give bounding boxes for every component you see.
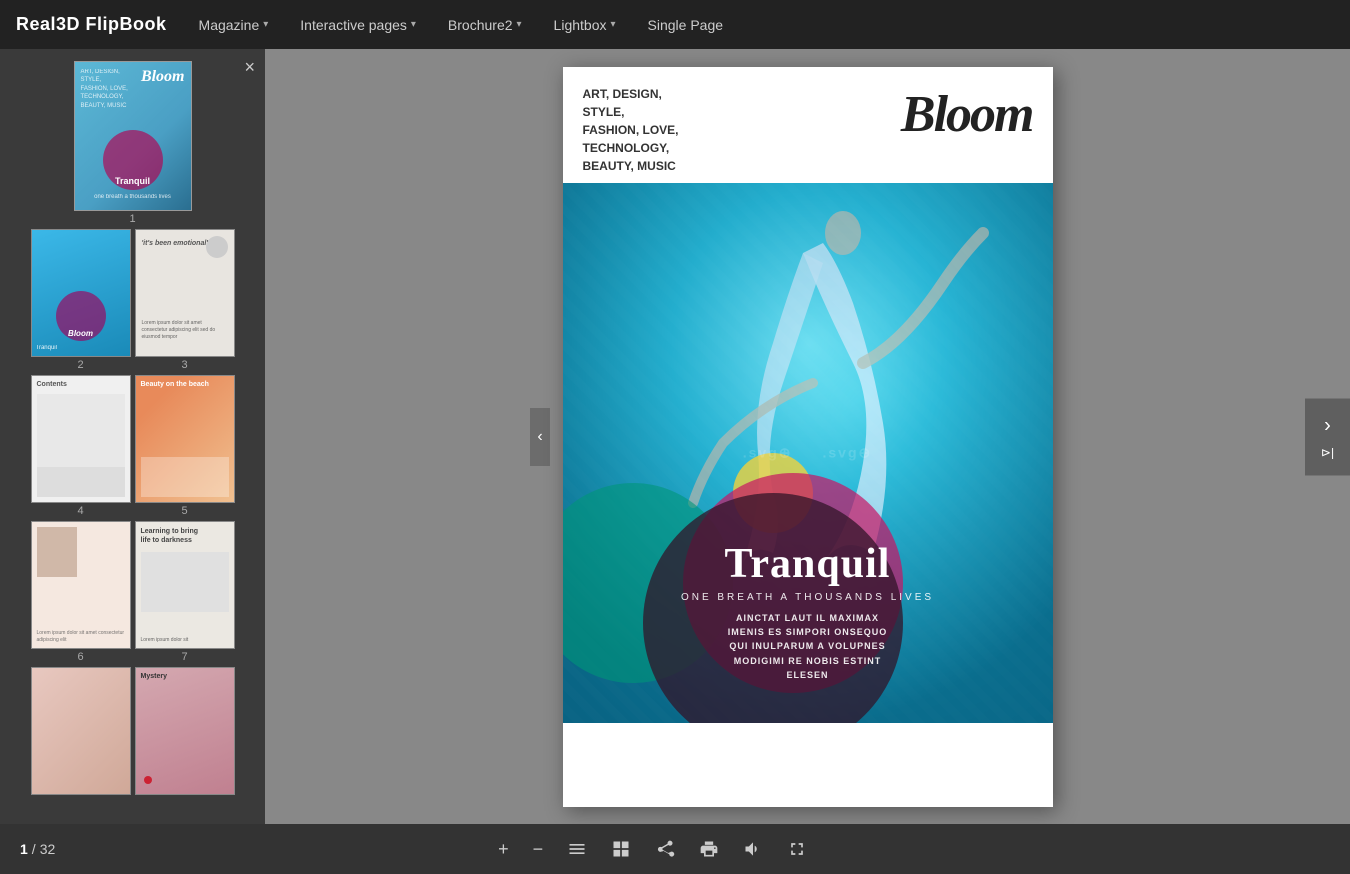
toolbar-controls: + − <box>494 835 811 864</box>
chevron-down-icon: ▾ <box>610 19 615 30</box>
next-page-button[interactable]: › ⊳| <box>1305 398 1350 475</box>
nav-item-magazine[interactable]: Magazine ▾ <box>199 17 269 33</box>
thumbnail-image-9: Mystery <box>135 667 235 795</box>
chevron-down-icon: ▾ <box>411 19 416 30</box>
sound-button[interactable] <box>739 835 767 863</box>
thumbnail-8[interactable] <box>31 667 131 797</box>
chevron-down-icon: ▾ <box>517 19 522 30</box>
print-icon <box>699 839 719 859</box>
thumbnail-group-8-9: Mystery <box>0 667 265 797</box>
overlay-text-block: Tranquil ONE BREATH A THOUSANDS LIVES AI… <box>563 541 1053 682</box>
bottom-toolbar: 1 / 32 + − <box>0 824 1350 874</box>
top-navigation: Real3D FlipBook Magazine ▾ Interactive p… <box>0 0 1350 49</box>
thumbnail-image-6: Lorem ipsum dolor sit amet consectetur a… <box>31 521 131 649</box>
thumbnail-image-2: Bloom Tranquil <box>31 229 131 357</box>
thumbnail-6[interactable]: Lorem ipsum dolor sit amet consectetur a… <box>31 521 131 663</box>
thumbnail-number-5: 5 <box>181 505 187 517</box>
thumbnail-number-2: 2 <box>77 359 83 371</box>
subtitle-text: ONE BREATH A THOUSANDS LIVES <box>563 592 1053 603</box>
thumbnail-number-4: 4 <box>77 505 83 517</box>
body-text: AINCTAT LAUT IL MAXIMAXIMENIS ES SIMPORI… <box>698 611 918 683</box>
page-separator: / <box>32 841 36 857</box>
tranquil-title: Tranquil <box>563 541 1053 587</box>
page-header: ART, DESIGN,STYLE,FASHION, LOVE,TECHNOLO… <box>563 67 1053 183</box>
last-page-icon: ⊳| <box>1321 445 1334 459</box>
app-brand: Real3D FlipBook <box>16 14 167 35</box>
thumbnail-image-4: Contents <box>31 375 131 503</box>
viewer-area: ‹ ART, DESIGN,STYLE,FASHION, LOVE,TECHNO… <box>265 49 1350 824</box>
prev-page-button[interactable]: ‹ <box>530 408 550 466</box>
thumbnail-9[interactable]: Mystery <box>135 667 235 797</box>
thumbnail-group-4-5: Contents 4 Beauty on the beach 5 <box>0 375 265 517</box>
grid-icon <box>611 839 631 859</box>
thumbnail-image-8 <box>31 667 131 795</box>
thumbnail-number-1: 1 <box>129 213 135 225</box>
thumbnail-group-6-7: Lorem ipsum dolor sit amet consectetur a… <box>0 521 265 663</box>
thumbnail-image-1: Bloom ART, DESIGN,STYLE,FASHION, LOVE,TE… <box>74 61 192 211</box>
current-page: 1 <box>20 841 28 857</box>
thumbnail-number-7: 7 <box>181 651 187 663</box>
chevron-down-icon: ▾ <box>263 19 268 30</box>
nav-item-interactive-pages[interactable]: Interactive pages ▾ <box>300 17 416 33</box>
contents-button[interactable] <box>563 835 591 863</box>
print-button[interactable] <box>695 835 723 863</box>
thumbnail-5[interactable]: Beauty on the beach 5 <box>135 375 235 517</box>
fullscreen-icon <box>787 839 807 859</box>
share-button[interactable] <box>651 835 679 863</box>
chevron-left-icon: ‹ <box>537 428 542 446</box>
bloom-title: Bloom <box>901 85 1033 144</box>
main-area: × Bloom ART, DESIGN,STYLE,FASHION, LOVE,… <box>0 49 1350 824</box>
thumbnail-number-6: 6 <box>77 651 83 663</box>
total-pages: 32 <box>40 841 56 857</box>
fullscreen-button[interactable] <box>783 835 811 863</box>
sound-icon <box>743 839 763 859</box>
share-icon <box>655 839 675 859</box>
close-panel-button[interactable]: × <box>244 57 255 78</box>
thumbnail-group-2-3: Bloom Tranquil 2 'it's been emotional' L… <box>0 229 265 371</box>
page-image: .svg⊕ .svg⊕ Tranquil ONE BREATH A THOUSA… <box>563 183 1053 723</box>
thumbnail-4[interactable]: Contents 4 <box>31 375 131 517</box>
thumbnail-7[interactable]: Learning to bringlife to darkness Lorem … <box>135 521 235 663</box>
thumbnail-3[interactable]: 'it's been emotional' Lorem ipsum dolor … <box>135 229 235 371</box>
chevron-right-icon: › <box>1324 414 1331 437</box>
thumbnail-image-5: Beauty on the beach <box>135 375 235 503</box>
grid-button[interactable] <box>607 835 635 863</box>
nav-item-single-page[interactable]: Single Page <box>648 17 724 33</box>
zoom-in-button[interactable]: + <box>494 835 513 864</box>
thumbnail-number-3: 3 <box>181 359 187 371</box>
nav-item-lightbox[interactable]: Lightbox ▾ <box>554 17 616 33</box>
zoom-out-button[interactable]: − <box>529 835 548 864</box>
page-indicator: 1 / 32 <box>20 841 55 857</box>
thumbnail-2[interactable]: Bloom Tranquil 2 <box>31 229 131 371</box>
nav-item-brochure[interactable]: Brochure2 ▾ <box>448 17 522 33</box>
flipbook-page: ART, DESIGN,STYLE,FASHION, LOVE,TECHNOLO… <box>563 67 1053 807</box>
thumbnail-image-3: 'it's been emotional' Lorem ipsum dolor … <box>135 229 235 357</box>
header-text: ART, DESIGN,STYLE,FASHION, LOVE,TECHNOLO… <box>583 85 679 175</box>
thumbnail-panel: × Bloom ART, DESIGN,STYLE,FASHION, LOVE,… <box>0 49 265 824</box>
list-icon <box>567 839 587 859</box>
thumbnail-1[interactable]: Bloom ART, DESIGN,STYLE,FASHION, LOVE,TE… <box>0 61 265 225</box>
thumbnail-image-7: Learning to bringlife to darkness Lorem … <box>135 521 235 649</box>
